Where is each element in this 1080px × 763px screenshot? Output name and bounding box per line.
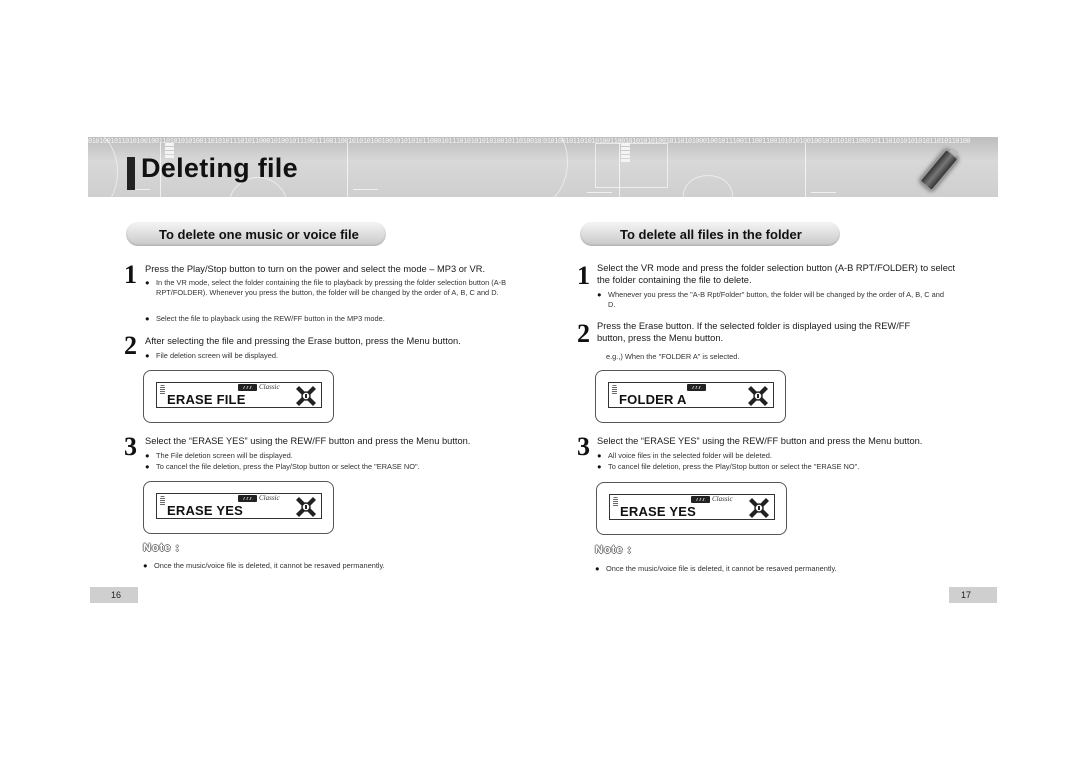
step-number: 2 xyxy=(577,319,590,348)
battery-level-icon xyxy=(691,496,710,503)
lcd-text: ERASE FILE xyxy=(167,392,246,407)
bullet-item: In the VR mode, select the folder contai… xyxy=(145,278,515,298)
signal-icon xyxy=(612,385,617,395)
step-text: Select the VR mode and press the folder … xyxy=(597,263,956,285)
decorative-frame xyxy=(595,143,668,188)
lcd-display-erase-yes: Classic ERASE YES xyxy=(143,481,334,534)
example-text: e.g.,) When the "FOLDER A" is selected. xyxy=(606,352,740,361)
page-number-left: 16 xyxy=(90,587,138,603)
section-heading-left: To delete one music or voice file xyxy=(126,222,386,246)
binary-pattern: 0101001011010100100110101010100110101011… xyxy=(88,137,543,145)
step-text: Select the “ERASE YES” using the REW/FF … xyxy=(597,436,923,446)
note-title: Note : xyxy=(595,544,633,556)
lcd-screen: Classic ERASE FILE xyxy=(156,382,322,408)
page-number-right: 17 xyxy=(949,587,997,603)
bullet-item: Select the file to playback using the RE… xyxy=(145,314,515,324)
note-text: Once the music/voice file is deleted, it… xyxy=(143,561,523,571)
lcd-screen: FOLDER A xyxy=(608,382,774,408)
section-heading-text: To delete one music or voice file xyxy=(159,227,359,242)
step-number: 3 xyxy=(577,432,590,461)
lcd-display-folder-a: FOLDER A xyxy=(595,370,786,423)
bullet-item: To cancel file deletion, press the Play/… xyxy=(597,462,967,472)
decorative-line xyxy=(805,143,806,197)
bullet-item: To cancel the file deletion, press the P… xyxy=(145,462,515,472)
control-pad-icon xyxy=(749,498,769,518)
decorative-arc xyxy=(543,137,568,197)
step-number: 1 xyxy=(124,260,137,289)
control-pad-icon xyxy=(296,497,316,517)
step-text: Press the Play/Stop button to turn on th… xyxy=(145,264,486,274)
page-title: Deleting file xyxy=(141,153,298,183)
control-pad-icon xyxy=(748,386,768,406)
decorative-line xyxy=(353,189,378,190)
signal-icon xyxy=(160,385,165,395)
bullet-item: All voice files in the selected folder w… xyxy=(597,451,967,461)
step-text: Press the Erase button. If the selected … xyxy=(597,321,911,343)
lcd-display-erase-yes: Classic ERASE YES xyxy=(596,482,787,535)
step-number: 3 xyxy=(124,432,137,461)
decorative-line xyxy=(811,192,836,193)
lcd-brand: Classic xyxy=(712,495,733,503)
note-text: Once the music/voice file is deleted, it… xyxy=(595,564,975,574)
bullet-item: File deletion screen will be displayed. xyxy=(145,351,515,361)
lcd-text: ERASE YES xyxy=(167,503,243,518)
step-text: Select the “ERASE YES” using the REW/FF … xyxy=(145,436,471,446)
signal-icon xyxy=(613,497,618,507)
section-heading-text: To delete all files in the folder xyxy=(620,227,802,242)
signal-icon xyxy=(160,496,165,506)
decorative-line xyxy=(347,143,348,197)
battery-level-icon xyxy=(238,495,257,502)
decorative-arc xyxy=(683,175,733,197)
decorative-bars xyxy=(621,143,630,163)
step-number: 2 xyxy=(124,331,137,360)
lcd-brand: Classic xyxy=(259,494,280,502)
section-heading-right: To delete all files in the folder xyxy=(580,222,840,246)
control-pad-icon xyxy=(296,386,316,406)
bullet-item: Whenever you press the "A-B Rpt/Folder" … xyxy=(597,290,947,310)
bullet-item: The File deletion screen will be display… xyxy=(145,451,515,461)
step-number: 1 xyxy=(577,261,590,290)
decorative-line xyxy=(587,192,612,193)
battery-level-icon xyxy=(687,384,706,391)
lcd-screen: Classic ERASE YES xyxy=(609,494,775,520)
lcd-screen: Classic ERASE YES xyxy=(156,493,322,519)
lcd-text: ERASE YES xyxy=(620,504,696,519)
lcd-brand: Classic xyxy=(259,383,280,391)
lcd-text: FOLDER A xyxy=(619,392,687,407)
step-text: After selecting the file and pressing th… xyxy=(145,336,461,346)
lcd-display-erase-file: Classic ERASE FILE xyxy=(143,370,334,423)
note-title: Note : xyxy=(143,542,181,554)
battery-level-icon xyxy=(238,384,257,391)
decorative-arc xyxy=(88,137,118,197)
title-accent-bar xyxy=(127,157,135,190)
